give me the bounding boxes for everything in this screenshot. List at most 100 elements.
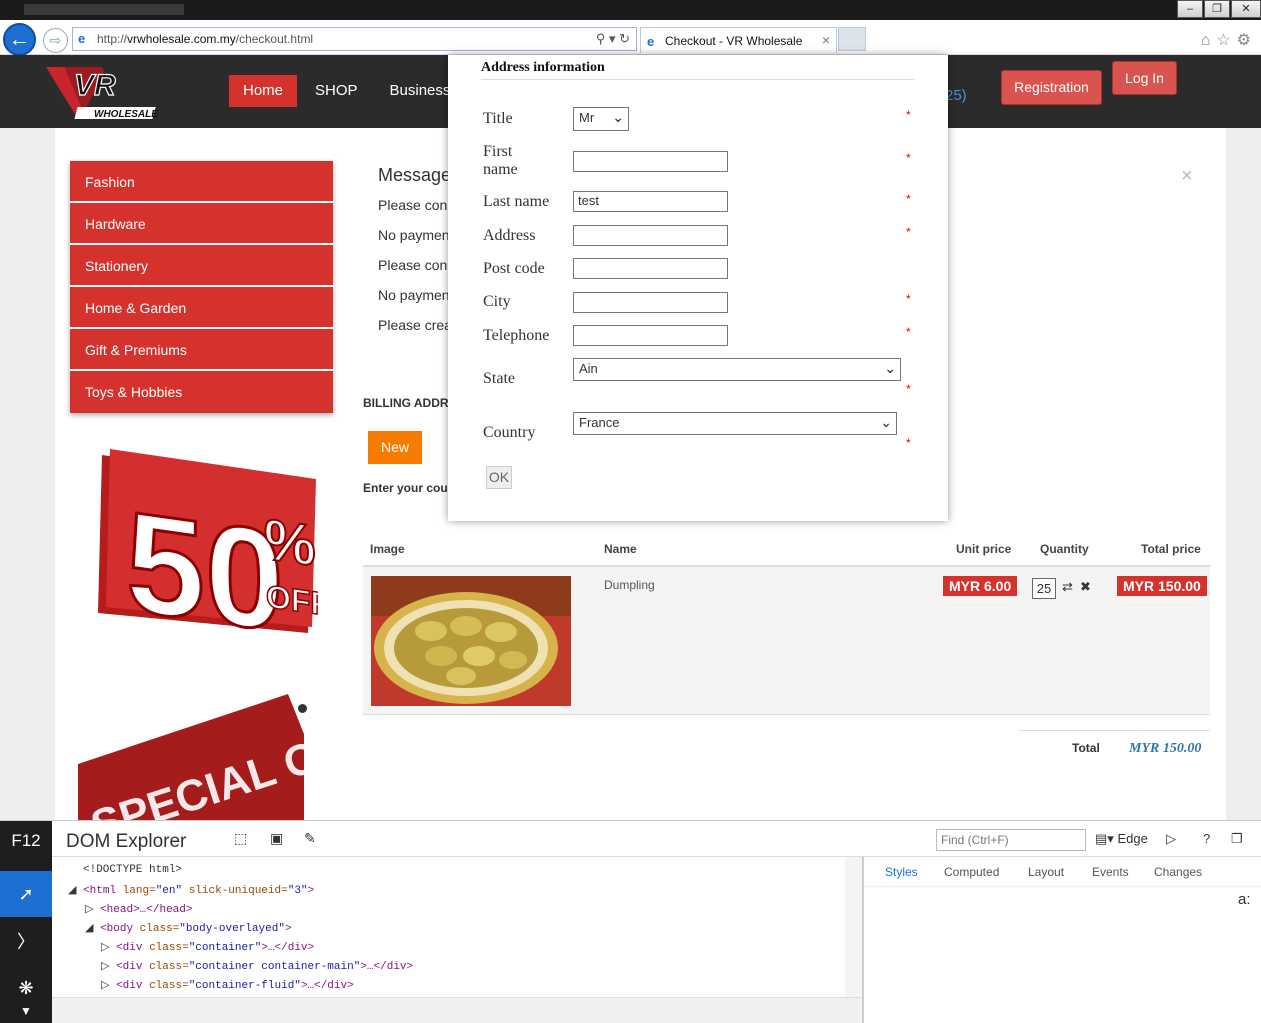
forward-button[interactable]: ⇨ xyxy=(43,28,68,53)
dom-vertical-scrollbar[interactable] xyxy=(845,857,862,997)
select-element-icon[interactable]: ⬚ xyxy=(234,830,247,847)
emulation-mode-value: Edge xyxy=(1117,831,1148,846)
devtools-sidebar: F12 ➚ 〉 ❋ ▼ xyxy=(0,821,52,1023)
minimize-button[interactable]: – xyxy=(1177,0,1203,18)
pseudo-class-toggle[interactable]: a: xyxy=(1238,891,1251,908)
dom-node-div-container-fluid[interactable]: ▷ <div class="container-fluid">…</div> xyxy=(101,978,354,992)
fifty-percent-off-banner[interactable]: 50 % OFF xyxy=(96,445,318,637)
svg-text:%: % xyxy=(264,507,316,579)
col-name: Name xyxy=(604,542,637,556)
message-line-3: Please con xyxy=(378,257,448,273)
country-select-value: France xyxy=(579,415,620,430)
browser-toolbar-icons[interactable]: ⌂☆⚙ xyxy=(1201,30,1257,50)
city-input[interactable] xyxy=(573,292,728,313)
product-name[interactable]: Dumpling xyxy=(604,578,655,592)
dom-node-html[interactable]: ◢ <html lang="en" slick-uniqueid="3"> xyxy=(68,883,314,897)
find-input[interactable]: Find (Ctrl+F) xyxy=(936,829,1086,851)
back-button[interactable]: ← xyxy=(3,23,36,56)
tab-events[interactable]: Events xyxy=(1092,865,1129,879)
ok-button[interactable]: OK xyxy=(486,466,512,489)
tab-layout[interactable]: Layout xyxy=(1028,865,1064,879)
address-input[interactable] xyxy=(573,225,728,246)
title-select[interactable]: Mr ⌄ xyxy=(573,107,629,131)
device-icon: ▤▾ xyxy=(1095,831,1114,846)
messages-title: Message xyxy=(378,165,452,185)
category-fashion[interactable]: Fashion xyxy=(70,161,333,203)
maximize-button[interactable]: ❐ xyxy=(1204,0,1230,18)
total-price-badge: MYR 150.00 xyxy=(1117,576,1207,596)
new-tab-button[interactable] xyxy=(838,27,866,51)
devtools-toolbar: DOM Explorer ⬚ ▣ ✎ Find (Ctrl+F) ▤▾ Edge… xyxy=(52,821,1261,857)
console-toggle-icon[interactable]: ▷ xyxy=(1166,831,1176,847)
col-total-price: Total price xyxy=(1141,542,1201,556)
console-tool-icon[interactable]: 〉 xyxy=(0,919,52,965)
category-toys-hobbies[interactable]: Toys & Hobbies xyxy=(70,371,333,413)
window-titlebar: – ❐ ✕ xyxy=(0,0,1261,20)
required-mark-country: * xyxy=(906,436,911,450)
title-select-value: Mr xyxy=(579,110,595,125)
more-tools-chevron-icon[interactable]: ▼ xyxy=(0,1001,52,1021)
total-divider xyxy=(1019,730,1210,731)
emulation-mode-dropdown[interactable]: ▤▾ Edge xyxy=(1095,831,1148,847)
state-select-value: Ain xyxy=(579,361,598,376)
dom-node-body[interactable]: ◢ <body class="body-overlayed"> xyxy=(85,921,292,935)
category-hardware[interactable]: Hardware xyxy=(70,203,333,245)
quantity-input[interactable]: 25 xyxy=(1032,578,1056,599)
state-select[interactable]: Ain ⌄ xyxy=(573,358,901,381)
required-mark-city: * xyxy=(906,292,911,306)
unit-price-badge: MYR 6.00 xyxy=(943,576,1018,596)
telephone-input[interactable] xyxy=(573,325,728,346)
registration-button[interactable]: Registration xyxy=(1001,70,1102,105)
tab-checkout[interactable]: e Checkout - VR Wholesale × xyxy=(640,27,837,53)
address-bar[interactable]: e http://vrwholesale.com.my/checkout.htm… xyxy=(72,27,637,51)
tab-styles[interactable]: Styles xyxy=(885,865,918,879)
dom-node-doctype[interactable]: <!DOCTYPE html> xyxy=(83,864,182,876)
remove-item-icon[interactable]: ✖ xyxy=(1080,579,1091,595)
category-menu: Fashion Hardware Stationery Home & Garde… xyxy=(70,161,333,413)
country-select[interactable]: France ⌄ xyxy=(573,412,897,435)
window-title-blurred xyxy=(24,4,184,15)
dom-horizontal-scrollbar[interactable] xyxy=(52,997,862,1023)
tab-changes[interactable]: Changes xyxy=(1154,865,1202,879)
svg-text:VR: VR xyxy=(74,69,116,102)
dom-node-head[interactable]: ▷ <head>…</head> xyxy=(85,902,192,916)
cart-count-partial[interactable]: 25) xyxy=(945,87,967,104)
highlight-element-icon[interactable]: ▣ xyxy=(270,830,283,847)
color-picker-icon[interactable]: ✎ xyxy=(304,830,316,847)
close-window-button[interactable]: ✕ xyxy=(1231,0,1261,18)
tab-close-icon[interactable]: × xyxy=(822,32,830,48)
required-mark-first-name: * xyxy=(906,151,911,165)
menu-shop[interactable]: SHOP xyxy=(301,75,372,107)
total-label: Total xyxy=(1072,741,1100,755)
new-address-button[interactable]: New xyxy=(368,431,422,464)
help-icon[interactable]: ? xyxy=(1203,831,1210,846)
required-mark-telephone: * xyxy=(906,325,911,339)
login-button[interactable]: Log In xyxy=(1112,61,1177,95)
first-name-input[interactable] xyxy=(573,151,728,172)
undock-icon[interactable]: ❐ xyxy=(1231,831,1243,847)
category-home-garden[interactable]: Home & Garden xyxy=(70,287,333,329)
category-gift-premiums[interactable]: Gift & Premiums xyxy=(70,329,333,371)
url-text: http://vrwholesale.com.my/checkout.html xyxy=(97,32,314,46)
address-modal: Address information Title Mr ⌄ * First n… xyxy=(448,55,948,521)
dom-explorer-tool-icon[interactable]: ➚ xyxy=(0,871,52,917)
col-image: Image xyxy=(370,542,405,556)
forward-arrow-icon: ⇨ xyxy=(49,32,62,48)
label-state: State xyxy=(483,370,515,387)
dumpling-product-image[interactable] xyxy=(371,576,571,706)
post-code-input[interactable] xyxy=(573,258,728,279)
last-name-input[interactable]: test xyxy=(573,191,728,212)
styles-tabs: Styles Computed Layout Events Changes xyxy=(864,857,1261,887)
refresh-quantity-icon[interactable]: ⇄ xyxy=(1062,579,1073,595)
tab-computed[interactable]: Computed xyxy=(944,865,999,879)
special-offer-banner[interactable]: SPECIAL OFFER xyxy=(78,694,304,820)
dom-node-div-container[interactable]: ▷ <div class="container">…</div> xyxy=(101,940,314,954)
close-messages-icon[interactable]: × xyxy=(1181,165,1193,188)
search-refresh-icons[interactable]: ⚲ ▾ ↻ xyxy=(596,31,630,47)
category-stationery[interactable]: Stationery xyxy=(70,245,333,287)
vr-wholesale-logo[interactable]: VR WHOLESALE xyxy=(44,61,170,123)
tab-title: Checkout - VR Wholesale xyxy=(665,34,803,48)
dom-node-div-container-main[interactable]: ▷ <div class="container container-main">… xyxy=(101,959,413,973)
menu-home[interactable]: Home xyxy=(229,75,298,107)
devtools-f12-label: F12 xyxy=(11,831,41,850)
